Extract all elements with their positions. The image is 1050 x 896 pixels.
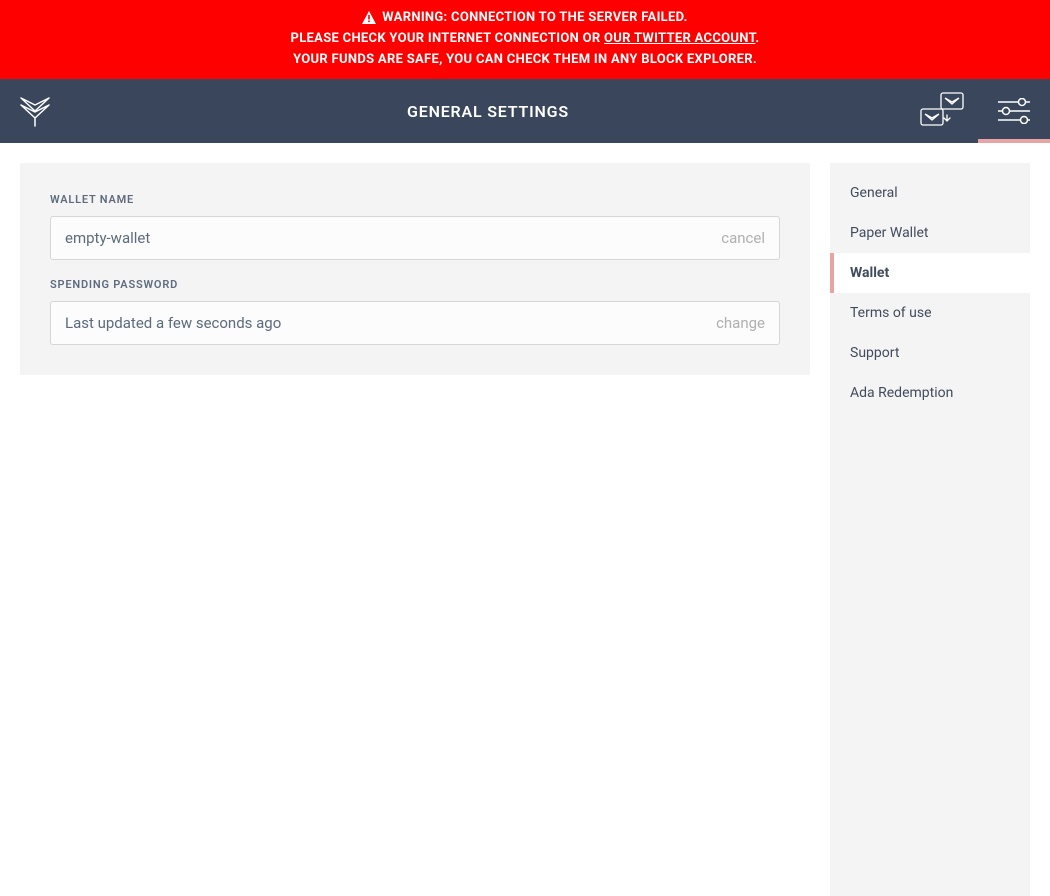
- sidebar-item-label: Paper Wallet: [850, 225, 929, 241]
- wallet-transfer-icon[interactable]: [906, 79, 978, 143]
- app-header: GENERAL SETTINGS: [0, 79, 1050, 143]
- wallet-name-cancel-button[interactable]: cancel: [721, 229, 765, 247]
- warning-banner: WARNING: CONNECTION TO THE SERVER FAILED…: [0, 0, 1050, 79]
- warning-line2-prefix: PLEASE CHECK YOUR INTERNET CONNECTION OR: [291, 31, 605, 46]
- spending-password-status: Last updated a few seconds ago: [65, 314, 716, 332]
- sidebar-item-paper-wallet[interactable]: Paper Wallet: [830, 213, 1030, 253]
- sidebar-item-label: Wallet: [850, 265, 889, 281]
- sidebar-item-wallet[interactable]: Wallet: [830, 253, 1030, 293]
- sidebar-item-general[interactable]: General: [830, 173, 1030, 213]
- wallet-name-label: WALLET NAME: [50, 193, 780, 206]
- app-logo[interactable]: [0, 94, 70, 128]
- settings-sidebar: General Paper Wallet Wallet Terms of use…: [830, 163, 1030, 896]
- sidebar-item-label: Terms of use: [850, 305, 932, 321]
- sidebar-item-label: Ada Redemption: [850, 385, 953, 401]
- spending-password-change-button[interactable]: change: [716, 314, 765, 332]
- wallet-name-input[interactable]: [65, 229, 721, 247]
- warning-line1: WARNING: CONNECTION TO THE SERVER FAILED…: [382, 7, 687, 28]
- wallet-name-group: WALLET NAME cancel: [50, 193, 780, 260]
- sidebar-item-terms-of-use[interactable]: Terms of use: [830, 293, 1030, 333]
- sidebar-item-label: General: [850, 185, 898, 201]
- page-title: GENERAL SETTINGS: [70, 102, 906, 121]
- settings-icon[interactable]: [978, 79, 1050, 143]
- main-panel: WALLET NAME cancel SPENDING PASSWORD Las…: [0, 143, 830, 896]
- twitter-link[interactable]: OUR TWITTER ACCOUNT: [604, 31, 755, 46]
- warning-line3: YOUR FUNDS ARE SAFE, YOU CAN CHECK THEM …: [0, 49, 1050, 70]
- sidebar-item-label: Support: [850, 345, 899, 361]
- spending-password-group: SPENDING PASSWORD Last updated a few sec…: [50, 278, 780, 345]
- spending-password-label: SPENDING PASSWORD: [50, 278, 780, 291]
- warning-line2-suffix: .: [755, 31, 759, 46]
- sidebar-item-support[interactable]: Support: [830, 333, 1030, 373]
- warning-icon: [362, 11, 376, 24]
- settings-card: WALLET NAME cancel SPENDING PASSWORD Las…: [20, 163, 810, 375]
- sidebar-item-ada-redemption[interactable]: Ada Redemption: [830, 373, 1030, 413]
